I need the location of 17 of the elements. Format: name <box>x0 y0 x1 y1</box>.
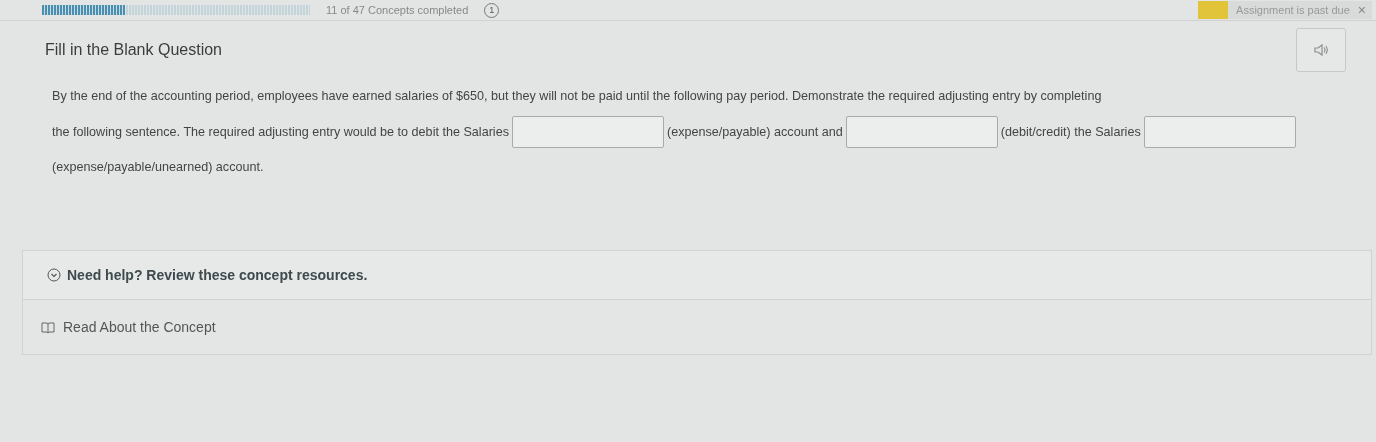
answer-box[interactable] <box>1143 116 1296 148</box>
warning-icon <box>1198 1 1229 19</box>
question-text: (expense/payable/unearned) account. <box>52 159 264 176</box>
audio-button[interactable] <box>1296 28 1346 72</box>
question-text: (debit/credit) the Salaries <box>1000 123 1141 141</box>
answer-box[interactable] <box>511 116 664 148</box>
help-toggle[interactable]: Need help? Review these concept resources. <box>47 267 368 283</box>
question-text: (expense/payable) account and <box>666 123 843 141</box>
question-text: the following sentence. The required adjusting entry would be to debit the Salaries <box>52 123 509 141</box>
alert-text: Assignment is past due <box>1236 4 1350 16</box>
question-text: By the end of the accounting period, employees have earned salaries of $650, but they will not be paid until the following pay period. Demonstrate the required adjusting entry by completing <box>52 88 1102 105</box>
question-title: Fill in the Blank Question <box>45 41 222 59</box>
resource-link[interactable]: Read About the Concept <box>41 319 216 335</box>
speaker-icon <box>1313 43 1329 57</box>
progress-text: 11 of 47 Concepts completed <box>326 4 469 16</box>
answer-box[interactable] <box>845 116 998 148</box>
book-icon <box>41 321 55 333</box>
